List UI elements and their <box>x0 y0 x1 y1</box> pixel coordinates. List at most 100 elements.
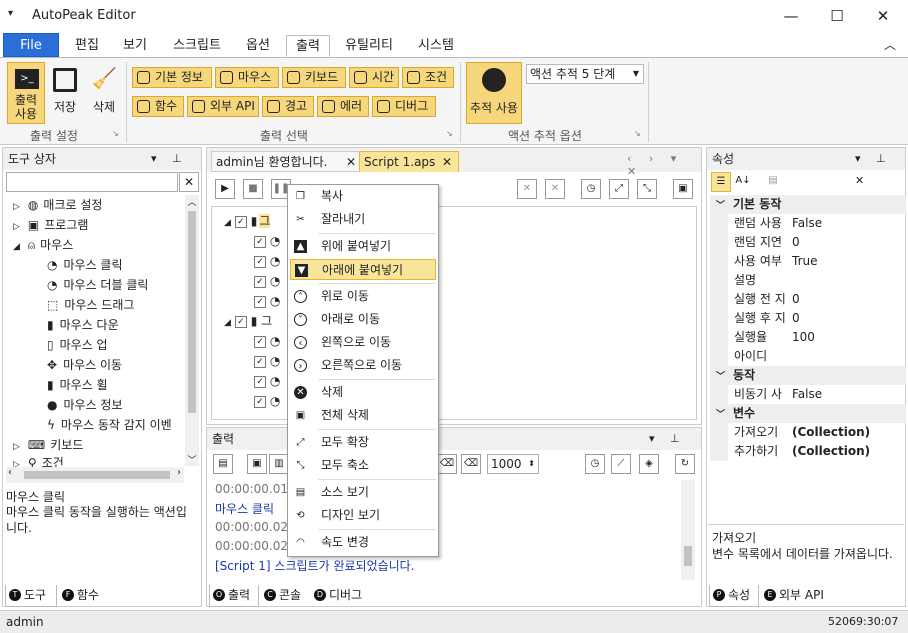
tab-options[interactable]: 옵션 <box>236 35 280 57</box>
maximize-button[interactable]: ☐ <box>814 0 860 32</box>
menu-delete-all[interactable]: ▣ 전체 삭제 <box>290 405 436 426</box>
script-action[interactable]: ✓ ◔ <box>254 231 280 251</box>
trace-level-select[interactable]: 액션 추적 5 단계 ▼ <box>526 64 644 84</box>
tree-item-mouse-info[interactable]: ● 마우스 정보 <box>47 395 123 415</box>
menu-view-source[interactable]: ▤ 소스 보기 <box>290 482 436 503</box>
output-scrollbar[interactable] <box>681 480 695 580</box>
dialog-launcher-icon[interactable]: ↘ <box>634 129 641 138</box>
property-row[interactable]: 실행율 100 <box>710 328 906 347</box>
disabled-tool-button[interactable]: ✕ <box>545 179 565 199</box>
menu-delete[interactable]: ✕ 삭제 <box>290 382 436 403</box>
property-row[interactable]: 실행 전 지0 <box>710 290 906 309</box>
trace-use-button[interactable]: 추적 사용 <box>466 62 522 124</box>
property-category[interactable]: ﹀ 기본 동작 <box>710 195 906 214</box>
condition-button[interactable]: 조건 <box>402 67 454 88</box>
clear-search-button[interactable]: ✕ <box>179 172 199 192</box>
basic-info-button[interactable]: 기본 정보 <box>132 67 212 88</box>
tree-item-mouse-down[interactable]: ▮ 마우스 다운 <box>47 315 119 335</box>
menu-collapse-all[interactable]: ⤡ 모두 축소 <box>290 455 436 476</box>
property-row[interactable]: 실행 후 지0 <box>710 309 906 328</box>
tab-nav-icon[interactable]: ‹ › ▾ ✕ <box>627 152 701 178</box>
collapse-all-icon[interactable]: ⤡ <box>637 179 657 199</box>
tab-script1[interactable]: Script 1.aps ✕ <box>359 151 459 172</box>
tab-console[interactable]: C 콘솔 <box>261 585 311 607</box>
menu-change-speed[interactable]: ◠ 속도 변경 <box>290 532 436 553</box>
fill-icon[interactable]: ◈ <box>639 454 659 474</box>
script-action[interactable]: ✓ ◔ <box>254 331 280 351</box>
function-button[interactable]: 함수 <box>132 96 184 117</box>
dialog-launcher-icon[interactable]: ↘ <box>446 129 453 138</box>
property-row[interactable]: 추가하기 (Collection) <box>710 442 906 461</box>
tree-item-mouse-click[interactable]: ◔ 마우스 클릭 <box>47 255 123 275</box>
tree-item-mouse-wheel[interactable]: ▮ 마우스 휠 <box>47 375 108 395</box>
property-row[interactable]: 설명 <box>710 271 906 290</box>
property-pages-icon[interactable]: ▤ <box>763 172 783 192</box>
tab-debug[interactable]: D 디버그 <box>311 585 371 607</box>
delete-all-icon[interactable]: ▣ <box>673 179 693 199</box>
save-output-button[interactable]: ▣ <box>247 454 267 474</box>
tab-edit[interactable]: 편집 <box>66 35 108 57</box>
property-row[interactable]: 가져오기 (Collection) <box>710 423 906 442</box>
property-row[interactable]: 비동기 사 False <box>710 385 906 404</box>
script-group-1[interactable]: ◢ ✓ ▮ 그 <box>224 211 271 231</box>
sort-alpha-icon[interactable]: A↓ <box>733 172 753 192</box>
debug-button[interactable]: 디버그 <box>372 96 436 117</box>
minimize-button[interactable]: — <box>768 0 814 32</box>
copy-output-button[interactable]: ▥ <box>269 454 289 474</box>
tree-item-program[interactable]: ▷ ▣ 프로그램 <box>13 215 88 235</box>
scroll-up-icon[interactable]: ︿ <box>185 195 199 208</box>
mouse-button[interactable]: 마우스 <box>215 67 279 88</box>
menu-move-down[interactable]: ˅ 아래로 이동 <box>290 309 436 330</box>
system-menu-icon[interactable]: ▾ <box>8 8 13 19</box>
menu-paste-above[interactable]: ▲ 위에 붙여넣기 <box>290 236 436 257</box>
output-use-button[interactable]: >_ 출력 사용 <box>7 62 45 124</box>
new-output-button[interactable]: ▤ <box>213 454 233 474</box>
tab-external-api[interactable]: E 외부 API <box>761 585 831 607</box>
dialog-launcher-icon[interactable]: ↘ <box>112 129 119 138</box>
script-action[interactable]: ✓ ◔ <box>254 251 280 271</box>
scroll-thumb[interactable] <box>684 546 692 566</box>
timer-button[interactable]: ◷ <box>585 454 605 474</box>
menu-cut[interactable]: ✂ 잘라내기 <box>290 209 436 230</box>
categorized-view-icon[interactable]: ☰ <box>711 172 731 192</box>
tab-script[interactable]: 스크립트 <box>164 35 230 57</box>
script-action[interactable]: ✓ ◔ <box>254 271 280 291</box>
toolbox-scrollbar[interactable]: ︿ ﹀ <box>185 195 199 466</box>
script-action[interactable]: ✓ ◔ <box>254 351 280 371</box>
eraser-button[interactable]: ⌫ <box>461 454 481 474</box>
tab-welcome[interactable]: admin님 환영합니다. ✕ <box>211 151 361 172</box>
collapse-ribbon-icon[interactable]: ︿ <box>884 36 896 53</box>
tree-item-mouse-double-click[interactable]: ◔ 마우스 더블 클릭 <box>47 275 148 295</box>
tab-view[interactable]: 보기 <box>114 35 156 57</box>
save-button[interactable]: 저장 <box>50 62 80 124</box>
panel-controls-icon[interactable]: ▾ ⊥ ✕ <box>855 148 905 192</box>
tree-item-mouse-up[interactable]: ▯ 마우스 업 <box>47 335 108 355</box>
tab-file[interactable]: File <box>3 33 59 57</box>
tree-item-mouse-drag[interactable]: ⬚ 마우스 드래그 <box>47 295 134 315</box>
menu-copy[interactable]: ❐ 복사 <box>290 186 436 207</box>
property-category[interactable]: ﹀ 변수 <box>710 404 906 423</box>
tab-output-panel[interactable]: O 출력 <box>209 585 259 607</box>
keyboard-button[interactable]: 키보드 <box>282 67 346 88</box>
brush-icon[interactable]: ⟋ <box>611 454 631 474</box>
menu-move-left[interactable]: ‹ 왼쪽으로 이동 <box>290 332 436 353</box>
scroll-left-icon[interactable]: ‹ <box>8 467 12 478</box>
menu-paste-below[interactable]: ▼ 아래에 붙여넣기 <box>290 259 436 280</box>
timer-button[interactable]: ◷ <box>581 179 601 199</box>
tree-item-mouse-move[interactable]: ✥ 마우스 이동 <box>47 355 122 375</box>
stop-button[interactable]: ■ <box>243 179 263 199</box>
scroll-right-icon[interactable]: › <box>177 467 181 478</box>
play-button[interactable]: ▶ <box>215 179 235 199</box>
property-row[interactable]: 사용 여부 True <box>710 252 906 271</box>
tree-item-keyboard[interactable]: ▷ ⌨ 키보드 <box>13 435 83 455</box>
property-category[interactable]: ﹀ 동작 <box>710 366 906 385</box>
script-action[interactable]: ✓ ◔ <box>254 371 280 391</box>
tab-utility[interactable]: 유틸리티 <box>336 35 402 57</box>
toolbox-search-input[interactable] <box>6 172 178 192</box>
tree-item-macro-settings[interactable]: ▷ ◍ 매크로 설정 <box>13 195 102 215</box>
hscroll-thumb[interactable] <box>24 471 170 479</box>
menu-view-design[interactable]: ⟲ 디자인 보기 <box>290 505 436 526</box>
toolbox-hscrollbar[interactable]: ‹ › <box>6 467 184 483</box>
expand-all-icon[interactable]: ⤢ <box>609 179 629 199</box>
tab-functions[interactable]: F 함수 <box>59 585 109 607</box>
